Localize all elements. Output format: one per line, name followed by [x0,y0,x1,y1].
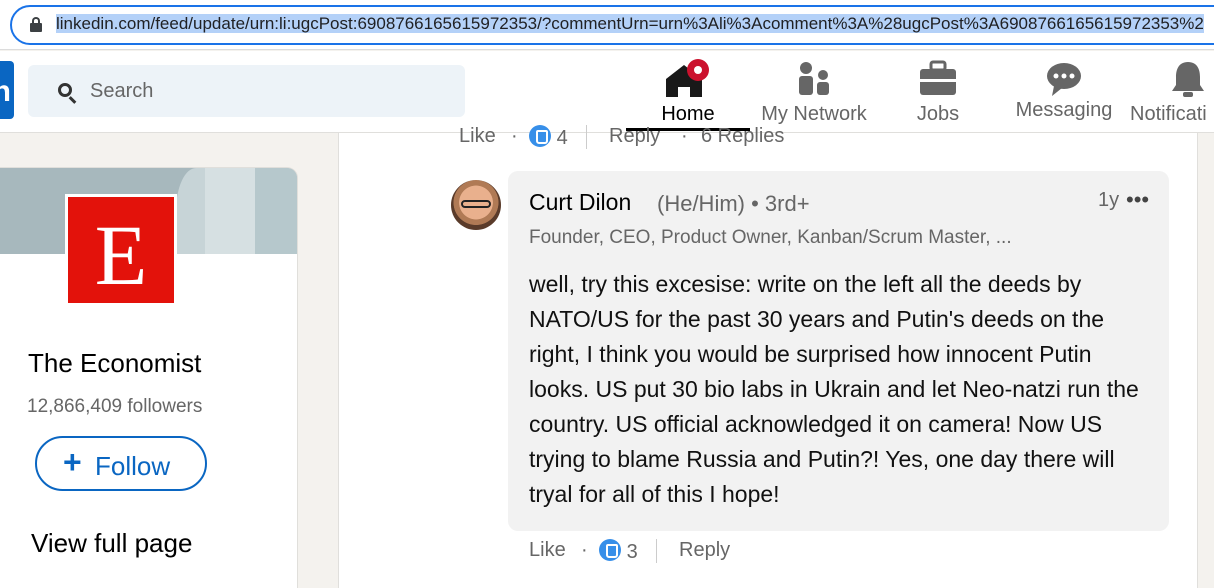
reaction-summary[interactable]: 3 [599,539,638,564]
more-options-icon[interactable]: ••• [1126,187,1149,213]
view-replies-link[interactable]: 6 Replies [701,125,784,148]
reaction-count: 4 [556,127,568,149]
linkedin-logo[interactable]: in [0,61,14,119]
follower-count: 12,866,409 followers [27,396,203,417]
reply-button[interactable]: Reply [609,125,660,148]
company-card: E The Economist 12,866,409 followers + F… [0,168,297,588]
nav-jobs[interactable]: Jobs [898,51,978,133]
follow-label: Follow [95,451,171,481]
follow-button[interactable]: + Follow [35,436,207,491]
comment-bubble: Curt Dilon (He/Him) • 3rd+ Founder, CEO,… [508,171,1169,531]
nav-messaging-label: Messaging [1015,99,1113,121]
like-reaction-icon [599,539,621,561]
bell-icon [1172,62,1204,97]
reaction-summary[interactable]: 4 [529,125,568,150]
search-bar[interactable]: Search [28,65,465,117]
reaction-count: 3 [626,541,638,563]
url-text[interactable]: linkedin.com/feed/update/urn:li:ugcPost:… [56,14,1204,33]
like-reaction-icon [529,125,551,147]
nav-my-network[interactable]: My Network [752,51,876,133]
divider [656,539,657,563]
divider [586,125,587,149]
nav-messaging[interactable]: Messaging [1010,51,1118,133]
nav-network-label: My Network [761,103,867,125]
nav-home-label: Home [661,103,715,125]
author-pronouns-degree: (He/Him) • 3rd+ [657,191,810,216]
messaging-icon [1047,63,1081,96]
economist-logo[interactable]: E [65,194,177,306]
nav-notifications[interactable]: Notificati [1130,51,1214,133]
like-button[interactable]: Like [529,539,566,562]
people-icon [799,62,829,95]
comment-timestamp: 1y [1098,189,1120,211]
search-input[interactable]: Search [90,80,153,103]
home-icon [666,59,709,97]
plus-icon: + [63,444,82,480]
avatar[interactable] [451,180,501,230]
lock-icon[interactable] [30,17,42,33]
comment-author[interactable]: Curt Dilon [529,189,631,216]
linkedin-header: in Search Home My Network Jobs [0,51,1214,133]
like-button[interactable]: Like [459,125,496,148]
search-icon [58,83,72,97]
author-headline: Founder, CEO, Product Owner, Kanban/Scru… [529,227,1012,248]
comment-text: well, try this excesise: write on the le… [529,271,1139,507]
url-field[interactable]: linkedin.com/feed/update/urn:li:ugcPost:… [10,5,1214,45]
browser-address-bar: linkedin.com/feed/update/urn:li:ugcPost:… [0,0,1214,50]
comment-thread: Like · 4 Reply · 6 Replies Curt Dilon (H… [338,125,1198,588]
nav-notifications-label: Notificati [1130,103,1207,125]
nav-home[interactable]: Home [626,51,750,133]
nav-jobs-label: Jobs [916,103,960,125]
reply-button[interactable]: Reply [679,539,730,562]
company-name[interactable]: The Economist [28,348,201,379]
view-full-page-link[interactable]: View full page [31,528,192,559]
briefcase-icon [920,60,956,95]
